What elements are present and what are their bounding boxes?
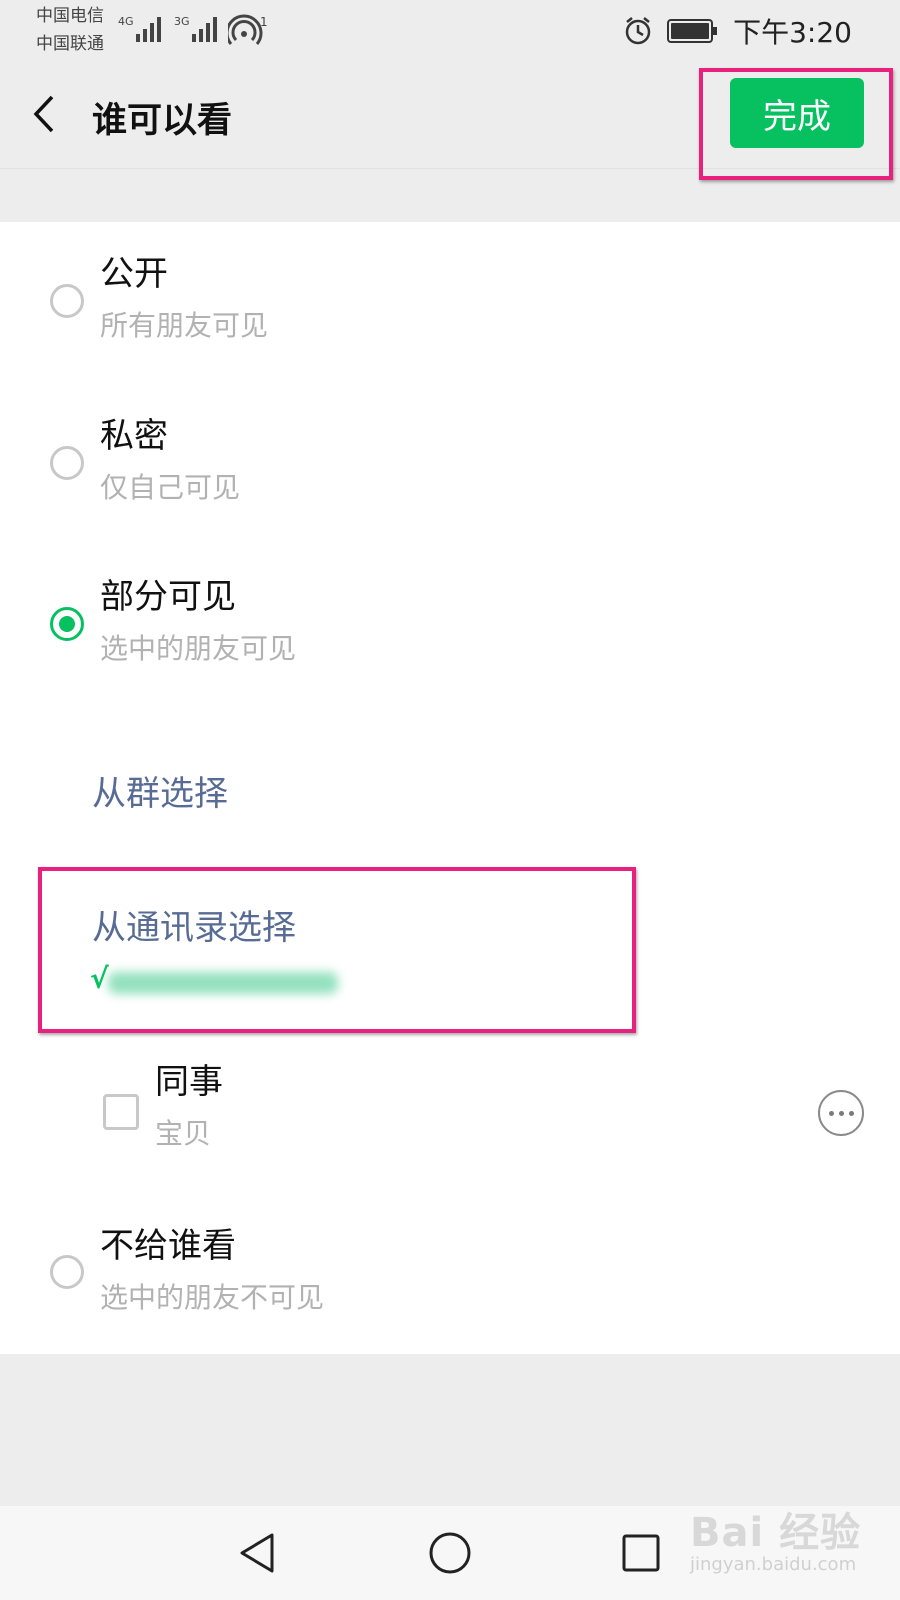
back-icon[interactable] <box>28 89 60 139</box>
baidu-watermark: Bai 经验 jingyan.baidu.com <box>690 1500 861 1575</box>
alarm-icon <box>625 17 651 45</box>
option-public[interactable]: 公开 所有朋友可见 <box>0 240 900 342</box>
radio-public[interactable] <box>50 284 84 318</box>
carrier-secondary: 中国联通 <box>36 34 104 54</box>
option-public-subtitle: 所有朋友可见 <box>100 309 269 342</box>
tag-checkbox[interactable] <box>103 1094 139 1130</box>
option-partial[interactable]: 部分可见 选中的朋友可见 <box>0 563 900 665</box>
tag-members: 宝贝 <box>155 1117 212 1150</box>
tag-title: 同事 <box>155 1062 223 1102</box>
watermark-url: jingyan.baidu.com <box>690 1554 857 1575</box>
clock-time: 下午3:20 <box>733 16 852 49</box>
radio-private[interactable] <box>50 446 84 480</box>
option-private-title: 私密 <box>100 416 168 456</box>
radio-exclude[interactable] <box>50 1255 84 1289</box>
recents-square-icon[interactable] <box>616 1528 666 1578</box>
contacts-highlight-frame <box>38 867 636 1033</box>
option-private[interactable]: 私密 仅自己可见 <box>0 402 900 504</box>
option-public-title: 公开 <box>100 254 168 294</box>
network-4g-label: 4G <box>118 15 134 28</box>
option-partial-title: 部分可见 <box>100 577 236 617</box>
status-bar: 中国电信 中国联通 4G 3G 1 下午3:20 <box>0 0 900 62</box>
hotspot-count: 1 <box>260 15 268 29</box>
option-exclude-subtitle: 选中的朋友不可见 <box>100 1281 325 1314</box>
back-triangle-icon[interactable] <box>232 1528 282 1578</box>
watermark-logo: Bai 经验 <box>690 1510 862 1556</box>
battery-icon <box>667 19 718 43</box>
signal-4g-icon: 4G <box>118 15 161 42</box>
option-exclude[interactable]: 不给谁看 选中的朋友不可见 <box>0 1198 900 1314</box>
carrier-primary: 中国电信 <box>36 6 104 26</box>
page-title: 谁可以看 <box>92 101 233 141</box>
signal-3g-icon: 3G <box>174 15 217 42</box>
option-private-subtitle: 仅自己可见 <box>100 471 241 504</box>
option-exclude-title: 不给谁看 <box>100 1226 236 1266</box>
hotspot-icon: 1 <box>228 14 268 45</box>
option-partial-subtitle: 选中的朋友可见 <box>100 632 297 665</box>
network-3g-label: 3G <box>174 15 190 28</box>
home-circle-icon[interactable] <box>425 1528 475 1578</box>
more-icon[interactable] <box>818 1090 864 1136</box>
from-group-link[interactable]: 从群选择 <box>92 766 228 815</box>
radio-partial-selected[interactable] <box>50 607 84 641</box>
done-highlight-frame <box>699 68 893 180</box>
